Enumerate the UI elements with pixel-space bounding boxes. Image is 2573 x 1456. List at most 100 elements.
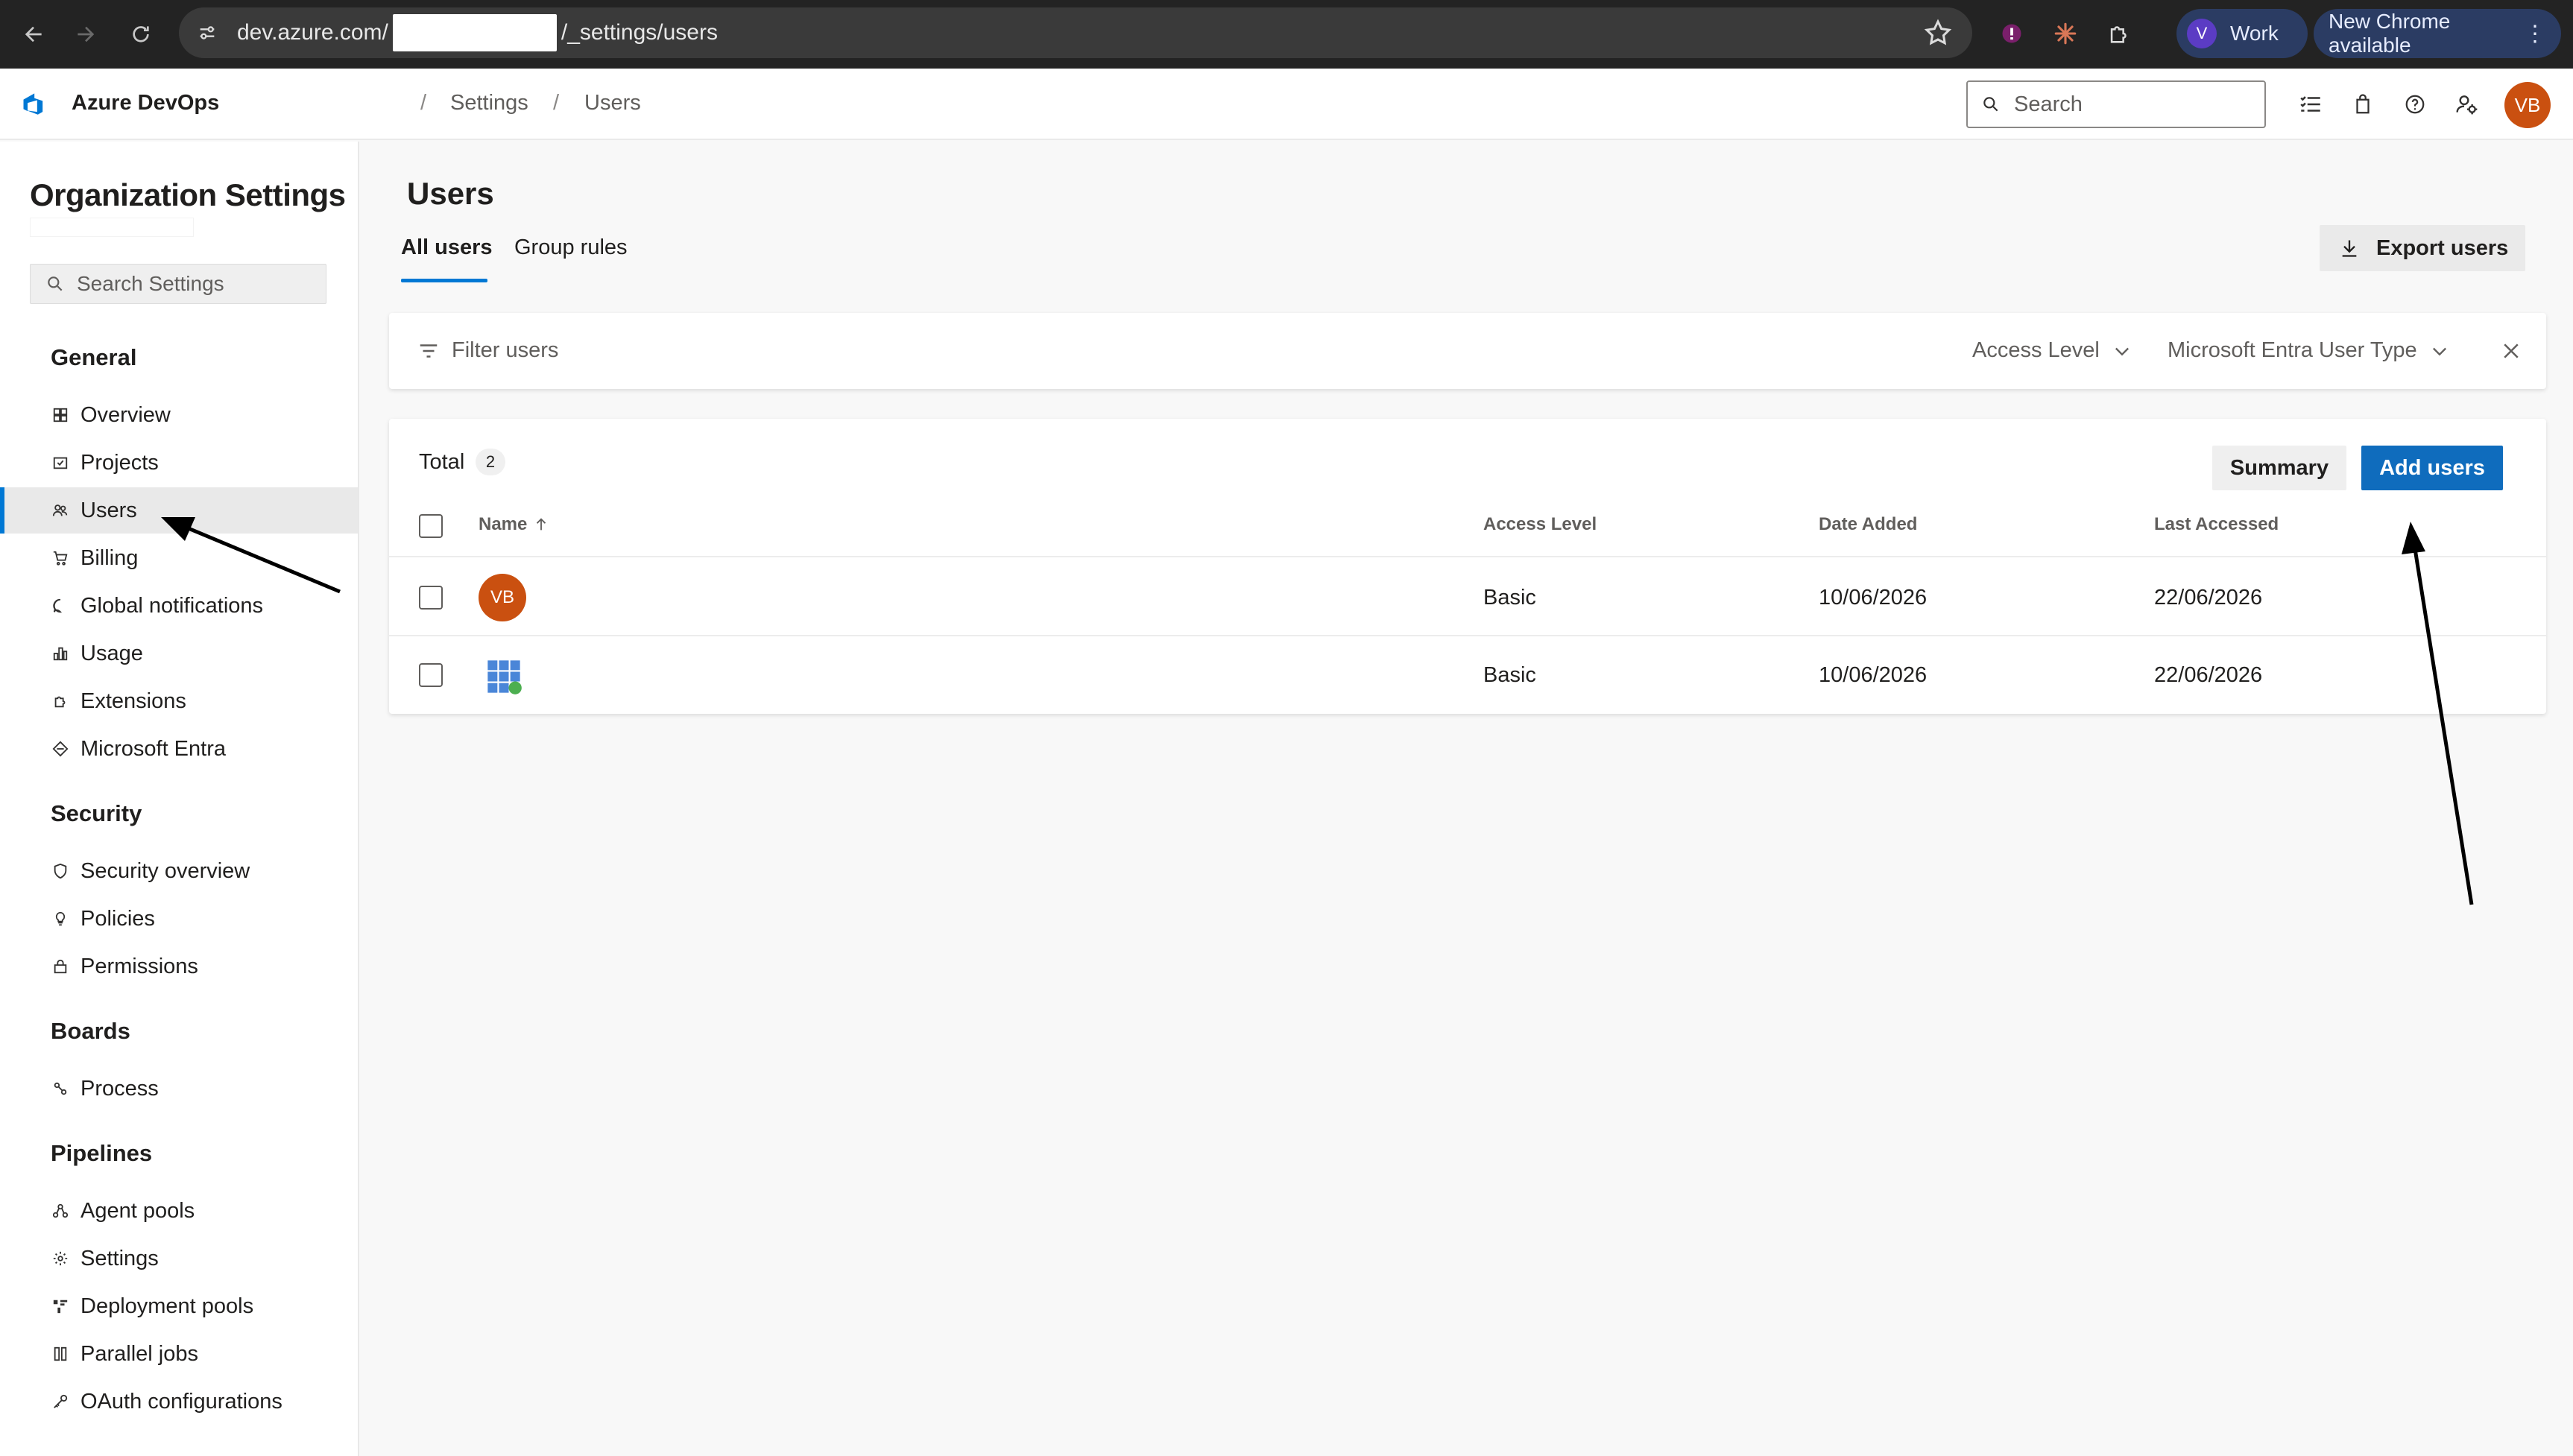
export-users-button[interactable]: Export users xyxy=(2320,225,2525,271)
chat-icon xyxy=(49,595,72,617)
url-suffix: /_settings/users xyxy=(561,20,718,45)
grid-avatar-icon xyxy=(484,657,523,696)
settings-sidebar: Organization Settings Search Settings Ge… xyxy=(0,142,359,1456)
browser-toolbar: dev.azure.com/ /_settings/users V Work N… xyxy=(0,0,2573,69)
settings-search-input[interactable]: Search Settings xyxy=(30,264,326,304)
address-bar[interactable]: dev.azure.com/ /_settings/users xyxy=(179,7,1972,58)
sidebar-item-overview[interactable]: Overview xyxy=(0,392,358,438)
process-icon xyxy=(49,1077,72,1100)
row-checkbox[interactable] xyxy=(419,586,443,610)
access-level-cell: Basic xyxy=(1483,586,1536,610)
back-icon[interactable] xyxy=(7,0,60,69)
site-info-icon[interactable] xyxy=(192,18,222,48)
profile-chip[interactable]: V Work xyxy=(2176,9,2308,58)
user-settings-icon[interactable] xyxy=(2452,89,2482,119)
shield-icon xyxy=(49,860,72,882)
sidebar-item-deployment-pools[interactable]: Deployment pools xyxy=(0,1283,358,1329)
redacted-user-name xyxy=(538,675,956,680)
profile-label: Work xyxy=(2230,22,2279,45)
forward-icon[interactable] xyxy=(60,0,112,69)
filter-users-input[interactable]: Filter users xyxy=(452,338,558,363)
extensions-icon xyxy=(49,690,72,712)
last-accessed-cell: 22/06/2026 xyxy=(2154,586,2263,610)
chevron-down-icon xyxy=(2115,347,2129,355)
tab-group-rules[interactable]: Group rules xyxy=(514,235,628,260)
breadcrumb-settings[interactable]: Settings xyxy=(450,91,528,115)
section-pipelines: Pipelines xyxy=(51,1140,153,1166)
column-header-name[interactable]: Name xyxy=(479,514,549,535)
work-items-list-icon[interactable] xyxy=(2296,89,2326,119)
close-icon[interactable] xyxy=(2500,340,2522,362)
chrome-update-button[interactable]: New Chrome available ⋮ xyxy=(2314,9,2561,58)
total-count-badge: 2 xyxy=(476,449,505,475)
total-label: Total xyxy=(419,450,465,474)
sidebar-item-oauth-configurations[interactable]: OAuth configurations xyxy=(0,1379,358,1425)
bookmark-star-icon[interactable] xyxy=(1923,18,1953,48)
tab-all-users[interactable]: All users xyxy=(401,235,493,260)
settings-search-placeholder: Search Settings xyxy=(77,272,224,295)
select-all-checkbox[interactable] xyxy=(419,514,443,538)
extensions-puzzle-icon[interactable] xyxy=(2102,16,2136,51)
sidebar-item-label: Settings xyxy=(80,1246,159,1270)
row-checkbox[interactable] xyxy=(419,663,443,687)
entra-user-type-dropdown-label: Microsoft Entra User Type xyxy=(2168,338,2417,362)
sidebar-item-microsoft-entra[interactable]: Microsoft Entra xyxy=(0,726,358,772)
sidebar-item-security-overview[interactable]: Security overview xyxy=(0,848,358,894)
reload-icon[interactable] xyxy=(115,0,167,69)
help-icon[interactable] xyxy=(2400,89,2430,119)
url-text: dev.azure.com/ /_settings/users xyxy=(237,14,718,51)
entra-user-type-dropdown[interactable]: Microsoft Entra User Type xyxy=(2168,338,2450,363)
column-header-date-added[interactable]: Date Added xyxy=(1819,514,1917,535)
users-table-card: Total 2 Summary Add users Name Access Le… xyxy=(389,419,2546,714)
sidebar-item-label: Security overview xyxy=(80,858,250,883)
sidebar-item-global-notifications[interactable]: Global notifications xyxy=(0,583,358,629)
add-users-button[interactable]: Add users xyxy=(2361,446,2503,490)
sidebar-item-label: Billing xyxy=(80,545,139,570)
filter-icon xyxy=(420,344,438,358)
redacted-org xyxy=(392,14,557,51)
sidebar-item-users[interactable]: Users xyxy=(0,487,358,534)
marketplace-bag-icon[interactable] xyxy=(2348,89,2378,119)
sidebar-item-usage[interactable]: Usage xyxy=(0,630,358,677)
date-added-cell: 10/06/2026 xyxy=(1819,663,1928,687)
sidebar-item-billing[interactable]: Billing xyxy=(0,535,358,581)
user-avatar[interactable]: VB xyxy=(2504,82,2551,128)
kebab-menu-icon[interactable]: ⋮ xyxy=(2524,21,2546,47)
sidebar-item-pipeline-settings[interactable]: Settings xyxy=(0,1235,358,1282)
section-boards: Boards xyxy=(51,1018,130,1044)
active-tab-indicator xyxy=(401,279,487,282)
access-level-cell: Basic xyxy=(1483,663,1536,687)
agent-pools-icon xyxy=(49,1200,72,1222)
redacted-org-name xyxy=(30,218,194,237)
chrome-update-label: New Chrome available xyxy=(2329,10,2451,57)
extension-claude-icon[interactable] xyxy=(2048,16,2083,51)
product-name[interactable]: Azure DevOps xyxy=(72,91,219,115)
sidebar-item-projects[interactable]: Projects xyxy=(0,440,358,486)
section-general: General xyxy=(51,344,137,370)
chart-icon xyxy=(49,642,72,665)
sidebar-item-extensions[interactable]: Extensions xyxy=(0,678,358,724)
summary-button[interactable]: Summary xyxy=(2212,446,2346,490)
sidebar-item-agent-pools[interactable]: Agent pools xyxy=(0,1188,358,1234)
sidebar-item-parallel-jobs[interactable]: Parallel jobs xyxy=(0,1331,358,1377)
page-title: Users xyxy=(407,176,494,211)
export-users-label: Export users xyxy=(2376,235,2509,260)
row-divider xyxy=(389,635,2546,636)
breadcrumb-users[interactable]: Users xyxy=(584,91,641,115)
overview-icon xyxy=(49,404,72,426)
extension-privacy-icon[interactable] xyxy=(1995,16,2029,51)
section-security: Security xyxy=(51,800,142,826)
column-header-access-level[interactable]: Access Level xyxy=(1483,514,1597,535)
entra-icon xyxy=(49,738,72,760)
sidebar-item-policies[interactable]: Policies xyxy=(0,896,358,942)
header-search-input[interactable]: Search xyxy=(1966,80,2266,128)
projects-icon xyxy=(49,452,72,474)
column-header-last-accessed[interactable]: Last Accessed xyxy=(2154,514,2279,535)
sidebar-item-label: Usage xyxy=(80,641,143,665)
lightbulb-icon xyxy=(49,908,72,930)
sidebar-item-permissions[interactable]: Permissions xyxy=(0,943,358,990)
azure-devops-logo-icon[interactable] xyxy=(19,88,52,121)
sidebar-item-process[interactable]: Process xyxy=(0,1066,358,1112)
access-level-dropdown[interactable]: Access Level xyxy=(1972,338,2132,363)
sidebar-item-label: Parallel jobs xyxy=(80,1341,198,1366)
